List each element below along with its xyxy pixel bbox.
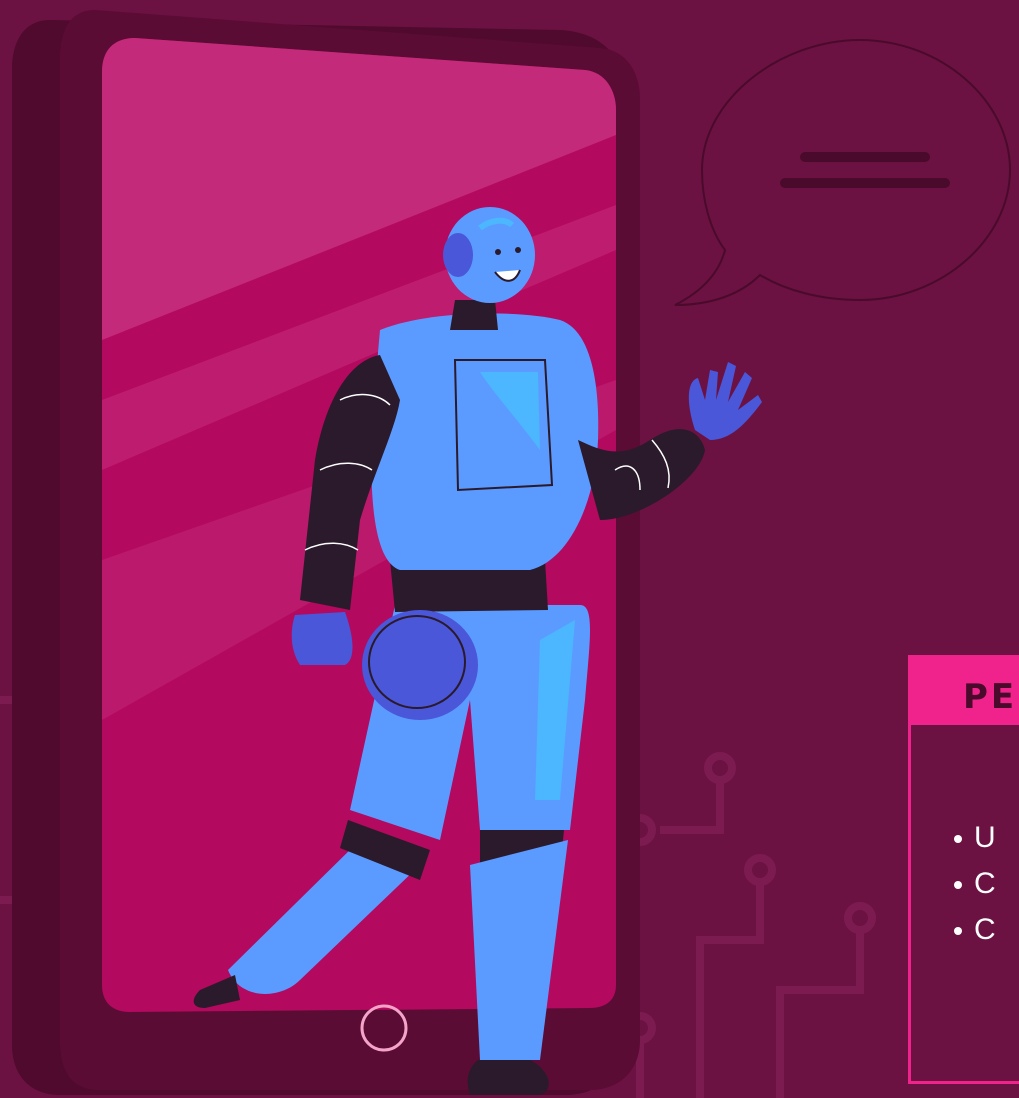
bullet-icon xyxy=(954,835,962,844)
card-list: U C C xyxy=(954,815,996,953)
info-card: PE U C C xyxy=(908,655,1019,1087)
list-item: U xyxy=(954,815,996,861)
bullet-icon xyxy=(954,927,962,936)
illustration xyxy=(0,10,1012,1098)
card-header: PE xyxy=(908,655,1019,725)
list-item: C xyxy=(954,861,996,907)
card-title: PE xyxy=(963,677,1018,717)
bullet-icon xyxy=(954,881,962,890)
speech-bubble xyxy=(674,38,1012,306)
list-item: C xyxy=(954,907,996,953)
